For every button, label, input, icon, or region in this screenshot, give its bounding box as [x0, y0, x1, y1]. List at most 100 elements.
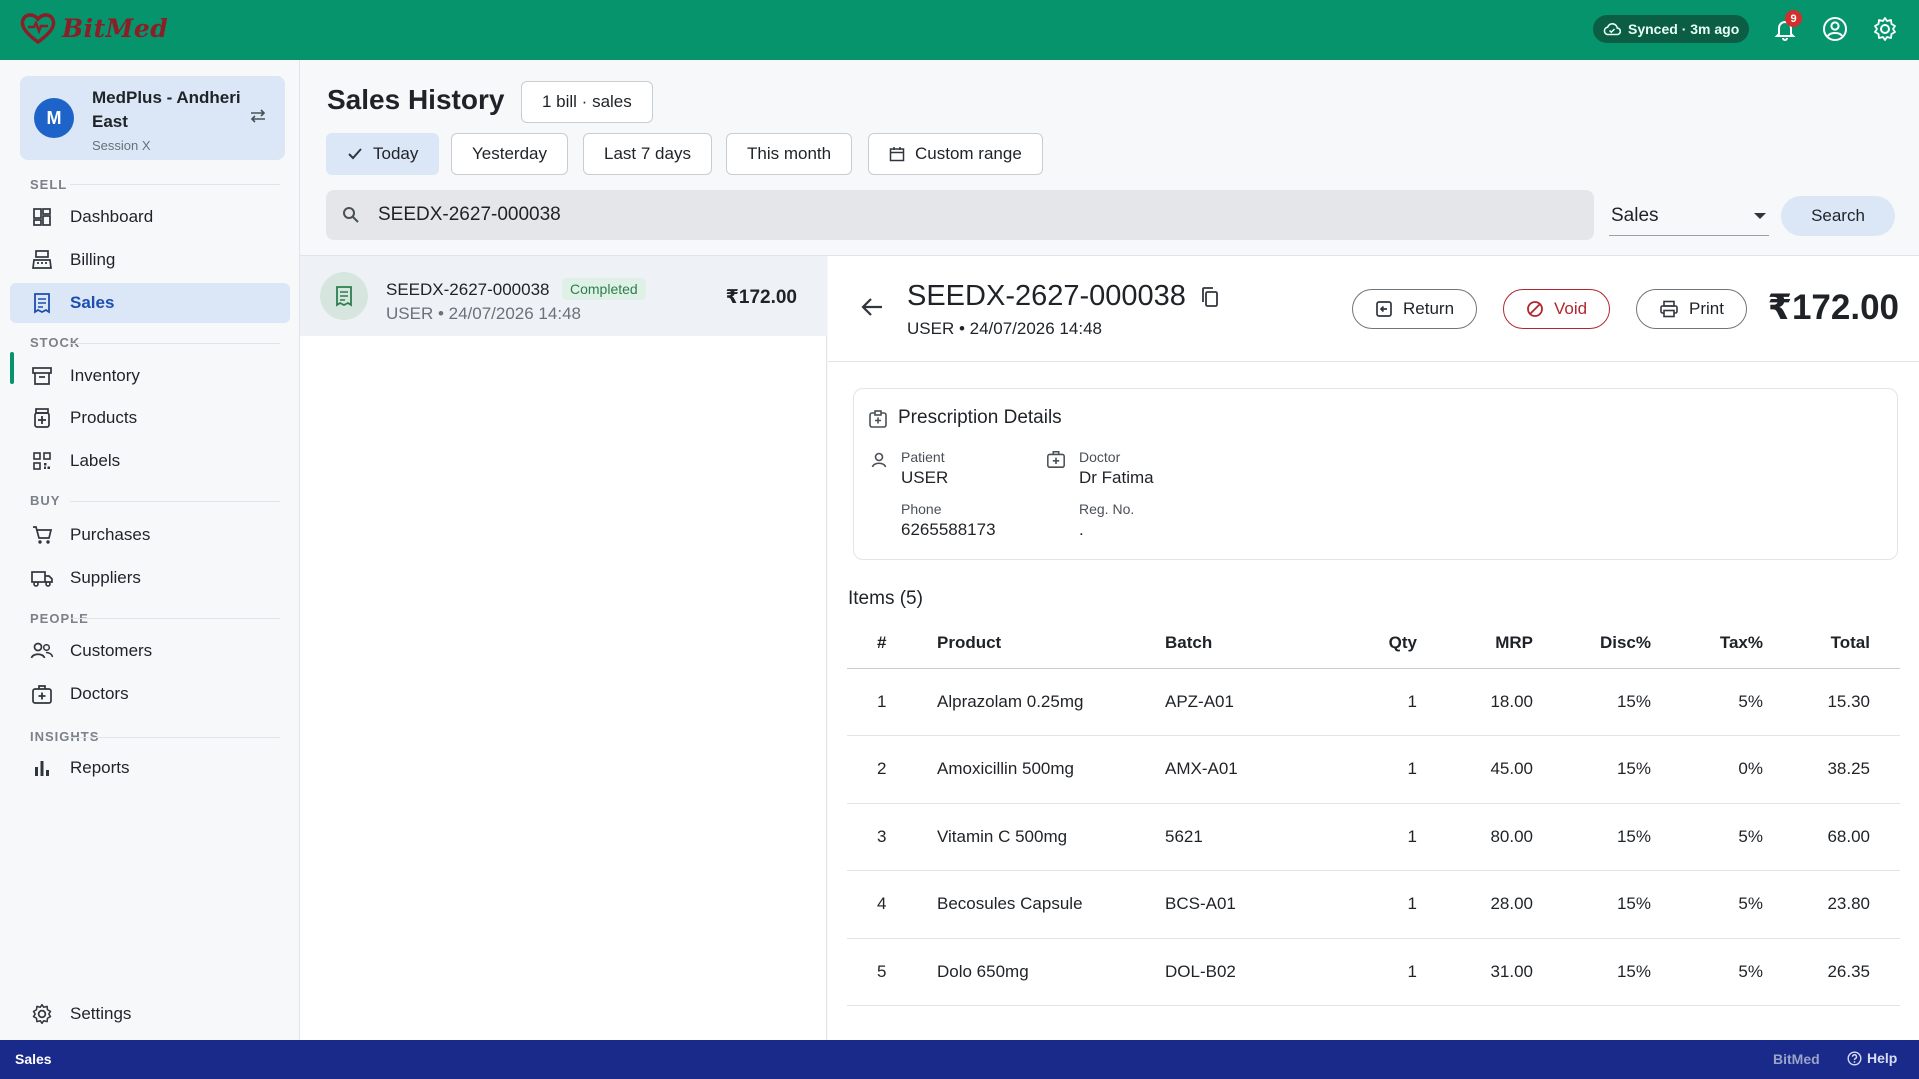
cell-mrp: 18.00 [1417, 668, 1533, 736]
sidebar-item-label: Dashboard [70, 207, 154, 226]
sidebar-item-settings[interactable]: Settings [10, 994, 290, 1034]
table-row: 1 Alprazolam 0.25mg APZ-A01 1 18.00 15% … [847, 668, 1900, 736]
table-row: 3 Vitamin C 500mg 5621 1 80.00 15% 5% 68… [847, 803, 1900, 871]
help-icon [1847, 1050, 1862, 1066]
filter-label: This month [747, 144, 832, 163]
column-header-tax: Tax% [1651, 618, 1763, 669]
search-icon [343, 207, 359, 223]
filter-label: Last 7 days [604, 144, 691, 163]
settings-button[interactable] [1870, 14, 1900, 44]
divider [828, 361, 1919, 362]
filter-yesterday-button[interactable]: Yesterday [451, 133, 568, 175]
cell-product: Vitamin C 500mg [937, 803, 1165, 871]
cell-disc: 15% [1533, 938, 1651, 1006]
sidebar-item-label: Purchases [70, 525, 151, 544]
sync-status-badge[interactable]: Synced · 3m ago [1593, 15, 1750, 43]
search-type-select[interactable]: Sales [1609, 196, 1769, 236]
sidebar-item-sales[interactable]: Sales [10, 283, 290, 323]
filter-month-button[interactable]: This month [726, 133, 853, 175]
doctor-label: Doctor [1079, 449, 1121, 465]
help-label: Help [1867, 1050, 1898, 1066]
notifications-button[interactable]: 9 [1770, 10, 1802, 44]
cell-total: 38.25 [1763, 735, 1900, 804]
check-icon [348, 148, 362, 160]
sidebar-item-labels[interactable]: Labels [10, 441, 290, 481]
sidebar-item-billing[interactable]: Billing [10, 240, 290, 280]
search-button[interactable]: Search [1781, 196, 1895, 236]
arrow-back-icon[interactable] [860, 296, 884, 318]
gear-icon [30, 1002, 54, 1026]
print-button[interactable]: Print [1636, 289, 1747, 329]
status-badge: Completed [562, 278, 646, 300]
cell-tax: 5% [1651, 938, 1763, 1006]
status-bar-brand: BitMed [1773, 1051, 1820, 1067]
column-header-disc: Disc% [1533, 618, 1651, 669]
cash-register-icon [30, 248, 54, 272]
return-label: Return [1403, 299, 1455, 318]
reg-no-value: . [1079, 520, 1084, 539]
store-switcher[interactable]: M MedPlus - Andheri East Session X [20, 76, 285, 160]
filter-today-button[interactable]: Today [326, 133, 440, 175]
cloud-done-icon [1603, 22, 1621, 36]
page-title: Sales History [327, 84, 505, 115]
cell-product: Becosules Capsule [937, 870, 1165, 939]
column-header-index: # [847, 618, 937, 669]
qr-code-icon [30, 449, 54, 473]
sidebar-item-label: Labels [70, 451, 121, 470]
search-bar[interactable] [326, 190, 1594, 240]
account-button[interactable] [1820, 14, 1850, 44]
sidebar-item-reports[interactable]: Reports [10, 748, 290, 788]
sidebar-item-products[interactable]: Products [10, 398, 290, 438]
archive-box-icon [30, 364, 54, 388]
print-label: Print [1689, 299, 1724, 318]
return-button[interactable]: Return [1352, 289, 1478, 329]
cell-tax: 5% [1651, 803, 1763, 871]
cell-disc: 15% [1533, 870, 1651, 939]
cell-index: 3 [847, 803, 937, 871]
search-input[interactable] [378, 204, 1478, 226]
bill-count-chip: 1 bill · sales [521, 81, 653, 123]
void-label: Void [1554, 299, 1588, 318]
gear-icon [1874, 17, 1896, 41]
sidebar-item-doctors[interactable]: Doctors [10, 674, 290, 714]
copy-icon[interactable] [1200, 286, 1220, 308]
truck-icon [30, 566, 54, 590]
cell-mrp: 45.00 [1417, 735, 1533, 804]
account-circle-icon [1823, 17, 1847, 41]
phone-value: 6265588173 [901, 520, 996, 539]
brand-logo[interactable]: BitMed [20, 12, 168, 44]
column-header-qty: Qty [1305, 618, 1417, 669]
sidebar-item-label: Products [70, 408, 138, 427]
cell-disc: 15% [1533, 735, 1651, 804]
sidebar-item-dashboard[interactable]: Dashboard [10, 197, 290, 237]
column-header-mrp: MRP [1417, 618, 1533, 669]
brand-name: BitMed [62, 13, 169, 43]
sidebar-item-suppliers[interactable]: Suppliers [10, 558, 290, 598]
sidebar-item-customers[interactable]: Customers [10, 631, 290, 671]
cell-index: 2 [847, 735, 937, 804]
bill-total: ₹172.00 [1767, 288, 1899, 327]
table-header-row: # Product Batch Qty MRP Disc% Tax% Total [847, 618, 1900, 669]
bill-amount: ₹172.00 [725, 287, 797, 308]
notification-count-badge: 9 [1785, 10, 1802, 27]
filter-label: Yesterday [472, 144, 547, 163]
cell-mrp: 31.00 [1417, 938, 1533, 1006]
void-button[interactable]: Void [1503, 289, 1611, 329]
doctor-value: Dr Fatima [1079, 468, 1154, 487]
bill-title: SEEDX-2627-000038 [907, 280, 1186, 312]
list-item[interactable]: SEEDX-2627-000038 Completed USER • 24/07… [300, 256, 827, 336]
help-button[interactable]: Help [1847, 1050, 1897, 1066]
filter-custom-range-button[interactable]: Custom range [868, 133, 1043, 175]
store-name: MedPlus - Andheri East [92, 88, 241, 131]
divider [70, 737, 280, 738]
column-header-total: Total [1763, 618, 1900, 669]
avatar: M [34, 98, 74, 138]
sidebar-item-purchases[interactable]: Purchases [10, 515, 290, 555]
column-header-batch: Batch [1165, 618, 1305, 669]
sidebar-item-inventory[interactable]: Inventory [10, 356, 290, 396]
sidebar-item-label: Suppliers [70, 568, 141, 587]
filter-last7-button[interactable]: Last 7 days [583, 133, 712, 175]
prescription-card: Prescription Details Patient USER Phone … [853, 388, 1898, 560]
bill-meta: USER • 24/07/2026 14:48 [386, 304, 581, 323]
swap-icon[interactable] [248, 108, 268, 124]
